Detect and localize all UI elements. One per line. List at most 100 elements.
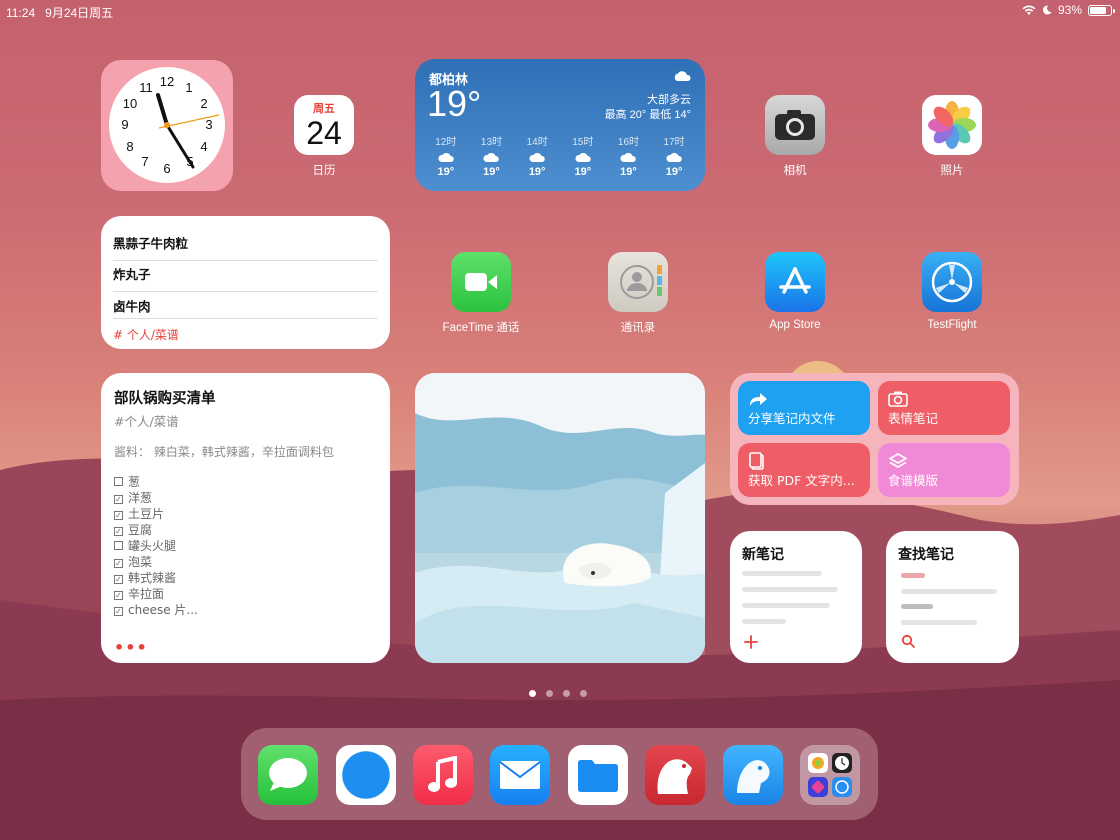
hour-time: 17时 <box>663 137 685 148</box>
weather-widget[interactable]: 都柏林 19° 大部多云 最高 20° 最低 14° 12时 19° 13时 19° 1… <box>415 59 705 191</box>
new-note-widget[interactable]: 新笔记 <box>730 531 862 663</box>
note-item[interactable]: 炸丸子 <box>113 264 378 292</box>
checklist-item[interactable]: 罐头火腿 <box>114 538 198 554</box>
testflight-app[interactable]: TestFlight <box>907 252 997 331</box>
checklist-item[interactable]: ✓ 豆腐 <box>114 522 198 538</box>
weather-condition: 大部多云 <box>647 94 691 106</box>
placeholder-line <box>901 589 997 594</box>
wifi-icon <box>1022 5 1036 15</box>
facetime-label: FaceTime 通话 <box>442 322 520 334</box>
divider <box>113 318 378 319</box>
svg-text:9: 9 <box>121 117 128 132</box>
find-note-title: 查找笔记 <box>898 547 954 563</box>
notes-tag[interactable]: # 个人/菜谱 <box>113 326 179 343</box>
hour-temp: 19° <box>665 166 683 178</box>
more-button[interactable]: ••• <box>114 638 148 657</box>
checklist-text: cheese 片... <box>128 603 198 617</box>
calendar-app[interactable]: 周五 24 日历 <box>279 95 369 178</box>
hour-temp: 19° <box>574 166 592 178</box>
page-dot[interactable] <box>563 690 570 697</box>
clock-widget[interactable]: 1212 345 678 91011 <box>101 60 233 191</box>
day-one-icon[interactable] <box>723 745 783 805</box>
messages-icon[interactable] <box>258 745 318 805</box>
files-icon[interactable] <box>568 745 628 805</box>
shortcut-recipe[interactable]: 食谱模版 <box>878 443 1010 497</box>
photo-widget[interactable] <box>415 373 705 663</box>
safari-icon[interactable] <box>336 745 396 805</box>
layers-icon <box>889 453 907 468</box>
shortcut-pdf[interactable]: 获取 PDF 文字内... <box>738 443 870 497</box>
checked-box-icon[interactable]: ✓ <box>114 591 123 600</box>
svg-text:12: 12 <box>160 74 174 89</box>
checkbox-icon[interactable] <box>114 477 123 486</box>
checklist-text: 葱 <box>128 475 141 489</box>
shortcut-share[interactable]: 分享笔记内文件 <box>738 381 870 435</box>
shortcut-share-label: 分享笔记内文件 <box>748 411 836 426</box>
checked-box-icon[interactable]: ✓ <box>114 527 123 536</box>
status-bar: 11:24 9月24日周五 93% <box>0 0 1120 22</box>
checked-box-icon[interactable]: ✓ <box>114 495 123 504</box>
cloud-icon <box>438 152 454 162</box>
checklist-item[interactable]: 葱 <box>114 474 198 490</box>
page-dot[interactable] <box>529 690 536 697</box>
plus-icon[interactable] <box>744 635 758 649</box>
svg-text:1: 1 <box>185 80 192 95</box>
checklist-item[interactable]: ✓ cheese 片... <box>114 602 198 618</box>
shopping-tag: #个人/菜谱 <box>114 414 179 429</box>
highlight-line <box>901 573 925 578</box>
page-dot[interactable] <box>580 690 587 697</box>
battery-percent: 93% <box>1057 3 1082 17</box>
note-item[interactable]: 黑蒜子牛肉粒 <box>113 233 378 261</box>
camera-app[interactable]: 相机 <box>750 95 840 178</box>
polar-bear-photo <box>415 373 705 663</box>
bear-icon[interactable] <box>645 745 705 805</box>
photos-app[interactable]: 照片 <box>907 95 997 178</box>
checklist-text: 辛拉面 <box>128 587 165 601</box>
clock-face: 1212 345 678 91011 <box>109 67 225 183</box>
status-date: 9月24日周五 <box>45 6 114 20</box>
cloud-icon <box>674 71 691 81</box>
checked-box-icon[interactable]: ✓ <box>114 575 123 584</box>
document-icon <box>749 452 764 470</box>
weather-temp: 19° <box>427 83 482 124</box>
checkbox-icon[interactable] <box>114 541 123 550</box>
status-time: 11:24 <box>6 6 36 20</box>
mail-icon[interactable] <box>490 745 550 805</box>
svg-text:2: 2 <box>200 96 207 111</box>
checklist-item[interactable]: ✓ 泡菜 <box>114 554 198 570</box>
app-library-icon[interactable] <box>800 745 860 805</box>
checklist-item[interactable]: ✓ 土豆片 <box>114 506 198 522</box>
page-dot[interactable] <box>546 690 553 697</box>
music-icon[interactable] <box>413 745 473 805</box>
notes-list-widget[interactable]: 黑蒜子牛肉粒 炸丸子 卤牛肉 # 个人/菜谱 <box>101 216 390 349</box>
checklist-text: 泡菜 <box>128 555 153 569</box>
placeholder-line <box>742 603 830 608</box>
hour-temp: 19° <box>528 166 546 178</box>
hour-time: 15时 <box>572 137 594 148</box>
contacts-app[interactable]: 通讯录 <box>593 252 683 335</box>
checked-box-icon[interactable]: ✓ <box>114 607 123 616</box>
calendar-label: 日历 <box>312 165 336 177</box>
checklist-text: 罐头火腿 <box>128 539 177 553</box>
appstore-app[interactable]: App Store <box>750 252 840 331</box>
facetime-app[interactable]: FaceTime 通话 <box>436 252 526 335</box>
checklist-item[interactable]: ✓ 洋葱 <box>114 490 198 506</box>
camera-icon <box>765 95 825 155</box>
checked-box-icon[interactable]: ✓ <box>114 511 123 520</box>
shortcut-emoji[interactable]: 表情笔记 <box>878 381 1010 435</box>
checklist-item[interactable]: ✓ 韩式辣酱 <box>114 570 198 586</box>
page-indicator[interactable] <box>529 690 587 697</box>
checklist-item[interactable]: ✓ 辛拉面 <box>114 586 198 602</box>
svg-text:10: 10 <box>123 96 137 111</box>
shortcuts-widget: 分享笔记内文件 表情笔记 获取 PDF 文字内... 食谱模版 <box>730 373 1019 505</box>
calendar-weekday: 周五 <box>313 102 335 115</box>
camera-label: 相机 <box>783 165 807 177</box>
testflight-label: TestFlight <box>927 319 977 331</box>
shopping-list-widget[interactable]: 部队锅购买清单 #个人/菜谱 酱料： 辣白菜，韩式辣酱，辛拉面调料包 葱 ✓ 洋葱 ✓… <box>101 373 390 663</box>
checked-box-icon[interactable]: ✓ <box>114 559 123 568</box>
shopping-title: 部队锅购买清单 <box>114 391 216 407</box>
svg-text:7: 7 <box>141 154 148 169</box>
hour-time: 12时 <box>435 137 457 148</box>
find-note-widget[interactable]: 查找笔记 <box>886 531 1019 663</box>
search-icon[interactable] <box>901 634 915 648</box>
